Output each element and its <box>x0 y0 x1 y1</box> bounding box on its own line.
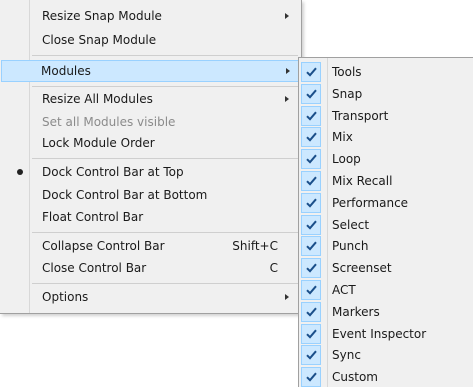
submenu-item-sync[interactable]: Sync <box>299 344 473 366</box>
submenu-item-screenset[interactable]: Screenset <box>299 257 473 279</box>
submenu-item-label: Transport <box>332 108 389 123</box>
menu-item-dock-control-bar-bottom[interactable]: Dock Control Bar at Bottom <box>2 184 298 206</box>
menu-item-set-all-modules-visible: Set all Modules visible <box>2 111 298 133</box>
menu-item-label: Dock Control Bar at Bottom <box>42 188 208 202</box>
submenu-item-mix-recall[interactable]: Mix Recall <box>299 170 473 192</box>
menu-separator <box>32 158 298 159</box>
submenu-arrow-icon <box>285 96 289 102</box>
checkmark-icon <box>301 367 321 388</box>
radio-bullet-icon <box>17 169 23 175</box>
checkmark-icon <box>301 105 321 126</box>
shortcut-label: C <box>269 261 278 275</box>
menu-separator <box>32 55 298 56</box>
checkmark-icon <box>301 214 321 235</box>
menu-item-label: Dock Control Bar at Top <box>42 165 184 179</box>
context-menu: Resize Snap Module Close Snap Module Mod… <box>0 0 302 314</box>
submenu-item-label: Snap <box>332 86 363 101</box>
checkmark-icon <box>301 192 321 213</box>
submenu-item-label: ACT <box>332 283 356 297</box>
submenu-item-select[interactable]: Select <box>299 214 473 236</box>
checkmark-icon <box>301 280 321 300</box>
submenu-arrow-icon <box>285 294 289 300</box>
submenu-item-tools[interactable]: Tools <box>299 61 473 83</box>
submenu-item-event-inspector[interactable]: Event Inspector <box>299 323 473 345</box>
menu-item-label: Modules <box>41 64 91 78</box>
checkmark-icon <box>301 83 321 104</box>
submenu-item-label: Markers <box>332 304 380 319</box>
submenu-item-mix[interactable]: Mix <box>299 126 473 148</box>
menu-item-label: Resize Snap Module <box>42 9 162 23</box>
checkmark-icon <box>301 171 321 191</box>
submenu-item-label: Custom <box>332 370 378 385</box>
menu-item-close-snap-module[interactable]: Close Snap Module <box>2 29 298 51</box>
menu-item-label: Options <box>42 290 89 304</box>
menu-item-label: Close Control Bar <box>42 261 147 275</box>
menu-item-label: Collapse Control Bar <box>42 239 165 253</box>
menu-separator <box>32 232 298 233</box>
submenu-arrow-icon <box>286 68 290 74</box>
checkmark-icon <box>301 345 321 366</box>
submenu-item-label: Tools <box>332 65 362 79</box>
submenu-item-performance[interactable]: Performance <box>299 192 473 214</box>
checkmark-icon <box>301 127 321 148</box>
submenu-item-label: Mix Recall <box>332 174 393 188</box>
submenu-item-custom[interactable]: Custom <box>299 366 473 388</box>
checkmark-icon <box>301 323 321 344</box>
menu-item-resize-all-modules[interactable]: Resize All Modules <box>2 88 298 110</box>
submenu-item-label: Performance <box>332 195 409 210</box>
menu-separator <box>32 86 298 87</box>
menu-item-label: Lock Module Order <box>42 136 155 150</box>
checkmark-icon <box>301 301 321 322</box>
checkmark-icon <box>301 258 321 279</box>
menu-item-modules[interactable]: Modules <box>1 60 300 82</box>
menu-item-options[interactable]: Options <box>2 286 298 308</box>
checkmark-icon <box>301 149 321 170</box>
menu-separator <box>32 283 298 284</box>
checkmark-icon <box>301 62 321 82</box>
menu-item-label: Float Control Bar <box>42 210 144 224</box>
submenu-item-label: Sync <box>332 348 361 363</box>
submenu-item-markers[interactable]: Markers <box>299 301 473 323</box>
menu-item-label: Set all Modules visible <box>42 115 176 129</box>
submenu-item-punch[interactable]: Punch <box>299 235 473 257</box>
menu-item-label: Close Snap Module <box>42 33 157 47</box>
menu-item-label: Resize All Modules <box>42 92 153 106</box>
submenu-item-label: Punch <box>332 239 369 254</box>
menu-item-lock-module-order[interactable]: Lock Module Order <box>2 132 298 154</box>
shortcut-label: Shift+C <box>232 239 278 253</box>
submenu-item-loop[interactable]: Loop <box>299 148 473 170</box>
submenu-item-act[interactable]: ACT <box>299 279 473 301</box>
submenu-item-label: Mix <box>332 130 353 145</box>
menu-item-collapse-control-bar[interactable]: Collapse Control Bar Shift+C <box>2 235 298 257</box>
menu-item-float-control-bar[interactable]: Float Control Bar <box>2 206 298 228</box>
submenu-item-snap[interactable]: Snap <box>299 83 473 105</box>
submenu-arrow-icon <box>285 13 289 19</box>
menu-item-close-control-bar[interactable]: Close Control Bar C <box>2 257 298 279</box>
submenu-item-label: Select <box>332 217 370 232</box>
menu-item-resize-snap-module[interactable]: Resize Snap Module <box>2 5 298 27</box>
submenu-item-transport[interactable]: Transport <box>299 105 473 127</box>
checkmark-icon <box>301 236 321 257</box>
submenu-item-label: Event Inspector <box>332 326 427 341</box>
submenu-item-label: Loop <box>332 152 361 167</box>
submenu-item-label: Screenset <box>332 261 392 276</box>
menu-item-dock-control-bar-top[interactable]: Dock Control Bar at Top <box>2 161 298 183</box>
modules-submenu: Tools Snap Transport Mix Loop Mix Recall Perfo… <box>298 57 473 388</box>
